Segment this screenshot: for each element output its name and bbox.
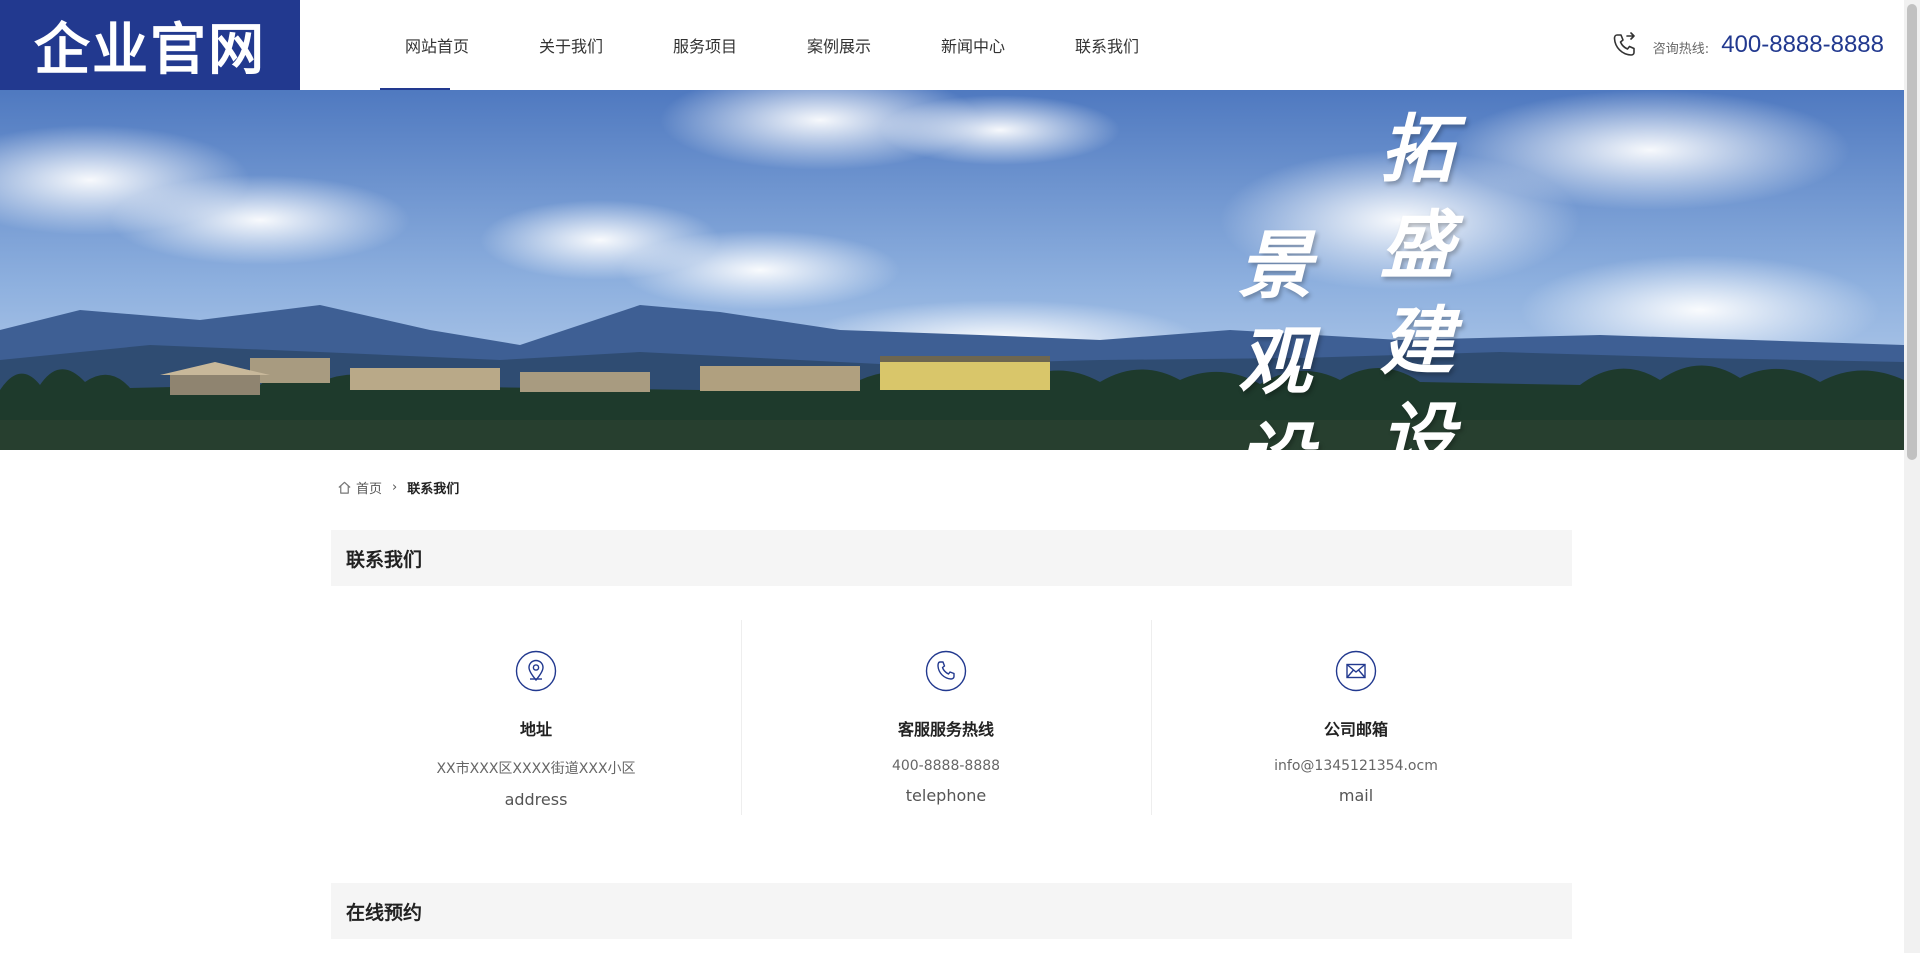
contact-card-address: 地址 XX市XXX区XXXX街道XXX小区 address [331,620,741,815]
phone-call-icon [1613,32,1635,56]
breadcrumb: 首页 › 联系我们 [337,478,459,497]
hotline: 咨询热线: 400-8888-8888 [1611,0,1884,90]
nav-item-cases[interactable]: 案例展示 [772,0,906,90]
nav-item-news[interactable]: 新闻中心 [906,0,1040,90]
site-header: 企业官网 网站首页 关于我们 服务项目 案例展示 新闻中心 联系我们 咨询热线:… [0,0,1904,90]
logo-text: 企业官网 [34,16,266,83]
nav-item-contact[interactable]: 联系我们 [1040,0,1174,90]
nav-item-services[interactable]: 服务项目 [638,0,772,90]
nav-item-home[interactable]: 网站首页 [370,0,504,90]
hotline-number: 400-8888-8888 [1721,31,1884,58]
contact-card-title: 公司邮箱 [1323,720,1388,739]
page-scrollbar[interactable] [1904,0,1920,953]
contact-cards: 地址 XX市XXX区XXXX街道XXX小区 address 客服服务热线 400… [331,620,1561,815]
location-pin-icon [515,650,557,692]
contact-card-en: mail [1338,786,1374,805]
contact-card-telephone: 客服服务热线 400-8888-8888 telephone [741,620,1151,815]
contact-card-title: 地址 [519,720,552,739]
contact-card-value: info@1345121354.ocm [1274,758,1438,774]
hero-banner: 拓盛建设 景观设计 [0,90,1904,450]
breadcrumb-home-link[interactable]: 首页 [356,478,382,497]
contact-card-value: XX市XXX区XXXX街道XXX小区 [436,761,636,777]
contact-card-title: 客服服务热线 [897,720,994,739]
home-icon [338,481,351,494]
banner-calligraphy-right: 拓盛建设 [1380,107,1454,450]
breadcrumb-current: 联系我们 [407,482,460,497]
contact-card-mail: 公司邮箱 info@1345121354.ocm mail [1151,620,1561,815]
section-heading-contact: 联系我们 [331,530,1572,586]
contact-card-value: 400-8888-8888 [891,758,1001,774]
site-logo[interactable]: 企业官网 [0,0,300,90]
section-heading-booking: 在线预约 [331,883,1572,939]
contact-card-en: address [504,790,568,809]
envelope-icon [1335,650,1377,692]
nav-item-about[interactable]: 关于我们 [504,0,638,90]
banner-calligraphy-left: 景观设计 [1238,223,1312,450]
contact-card-en: telephone [905,786,987,805]
phone-icon [925,650,967,692]
landscape-image [0,90,1904,450]
chevron-right-icon: › [392,480,398,495]
scrollbar-thumb[interactable] [1907,4,1917,460]
main-nav: 网站首页 关于我们 服务项目 案例展示 新闻中心 联系我们 [370,0,1174,90]
hotline-label: 咨询热线: [1652,41,1710,57]
